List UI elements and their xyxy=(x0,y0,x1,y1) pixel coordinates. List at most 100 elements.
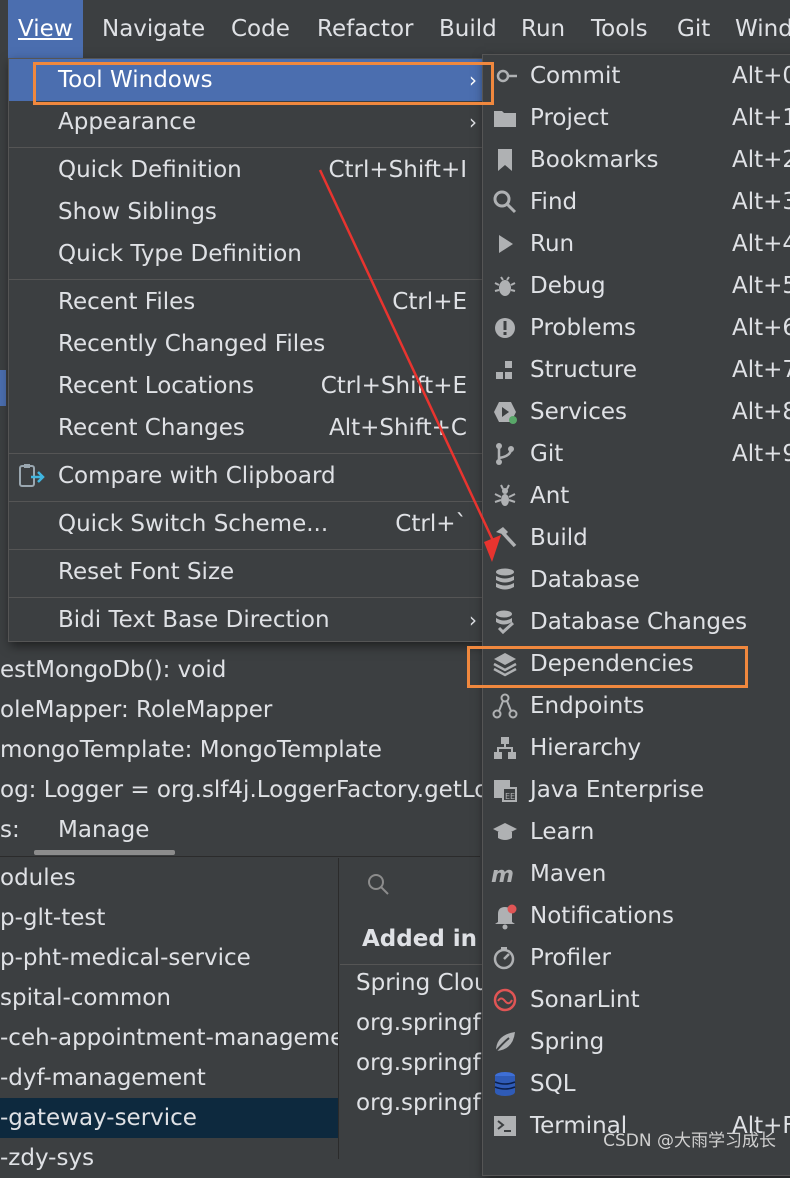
run-icon xyxy=(491,230,519,258)
menu-item-reset-font-size[interactable]: Reset Font Size xyxy=(9,551,483,593)
spring-icon xyxy=(491,1028,519,1056)
services-icon xyxy=(491,398,519,426)
sonarlint-icon xyxy=(491,986,519,1014)
selection-mark xyxy=(0,370,6,406)
menu-window[interactable]: Wind xyxy=(725,0,790,58)
menu-run[interactable]: Run xyxy=(511,0,575,58)
tool-window-commit[interactable]: Commit Alt+0 xyxy=(483,55,790,97)
tool-window-problems[interactable]: Problems Alt+6 xyxy=(483,307,790,349)
ant-icon xyxy=(491,482,519,510)
tab-underline xyxy=(34,850,175,855)
menu-separator xyxy=(9,597,483,598)
structure-line[interactable]: mongoTemplate: MongoTemplate xyxy=(0,730,382,770)
tool-window-database-changes[interactable]: Database Changes xyxy=(483,601,790,643)
problems-icon xyxy=(491,314,519,342)
tool-window-sql[interactable]: SQL xyxy=(483,1063,790,1105)
menu-item-quick-type-definition[interactable]: Quick Type Definition xyxy=(9,233,483,275)
tool-window-bookmarks[interactable]: Bookmarks Alt+2 xyxy=(483,139,790,181)
menu-item-appearance[interactable]: Appearance › xyxy=(9,101,483,143)
tool-window-ant[interactable]: Ant xyxy=(483,475,790,517)
menu-item-shortcut: Ctrl+E xyxy=(392,289,467,315)
tool-window-database[interactable]: Database xyxy=(483,559,790,601)
tool-window-services[interactable]: Services Alt+8 xyxy=(483,391,790,433)
dependency-row[interactable]: org.springf xyxy=(356,1010,481,1036)
menu-item-label: Quick Definition xyxy=(58,157,242,183)
tab-prefix: s: xyxy=(0,817,20,843)
menu-separator xyxy=(9,453,483,454)
menu-item-recent-locations[interactable]: Recent Locations Ctrl+Shift+E xyxy=(9,365,483,407)
menu-item-recently-changed-files[interactable]: Recently Changed Files xyxy=(9,323,483,365)
java-enterprise-icon: EE xyxy=(491,776,519,804)
menu-item-shortcut: Alt+Shift+C xyxy=(328,415,467,441)
tool-window-project[interactable]: Project Alt+1 xyxy=(483,97,790,139)
tool-window-debug[interactable]: Debug Alt+5 xyxy=(483,265,790,307)
dependency-detail-pane: Added in Spring Clou org.springf org.spr… xyxy=(340,858,482,1159)
endpoints-icon xyxy=(491,692,519,720)
tool-window-profiler[interactable]: Profiler xyxy=(483,937,790,979)
menu-item-label: Show Siblings xyxy=(58,199,217,225)
dependency-row[interactable]: org.springf xyxy=(356,1090,481,1116)
menu-separator xyxy=(9,279,483,280)
menu-refactor[interactable]: Refactor xyxy=(307,0,423,58)
view-menu-dropdown: Tool Windows › Appearance › Quick Defini… xyxy=(8,58,484,642)
tool-window-java-enterprise[interactable]: EE Java Enterprise xyxy=(483,769,790,811)
menu-item-bidi-text-base-direction[interactable]: Bidi Text Base Direction › xyxy=(9,599,483,641)
menu-item-label: Quick Type Definition xyxy=(58,241,302,267)
module-item-selected[interactable]: -gateway-service xyxy=(0,1098,338,1138)
menu-item-quick-switch-scheme[interactable]: Quick Switch Scheme... Ctrl+` xyxy=(9,503,483,545)
menu-view[interactable]: View xyxy=(8,0,83,58)
highlight-box-tool-windows xyxy=(33,62,494,105)
chevron-right-icon: › xyxy=(469,110,477,134)
menu-navigate[interactable]: Navigate xyxy=(92,0,215,58)
profiler-icon xyxy=(491,944,519,972)
sql-icon xyxy=(491,1070,519,1098)
structure-line[interactable]: og: Logger = org.slf4j.LoggerFactory.get… xyxy=(0,770,488,810)
module-item[interactable]: p-pht-medical-service xyxy=(0,938,338,978)
module-item[interactable]: -dyf-management xyxy=(0,1058,338,1098)
bookmark-icon xyxy=(491,146,519,174)
module-item[interactable]: odules xyxy=(0,858,338,898)
menu-build[interactable]: Build xyxy=(429,0,507,58)
menu-item-quick-definition[interactable]: Quick Definition Ctrl+Shift+I xyxy=(9,149,483,191)
bug-icon xyxy=(491,272,519,300)
dependency-row[interactable]: org.springf xyxy=(356,1050,481,1076)
module-item[interactable]: -ceh-appointment-manageme xyxy=(0,1018,338,1058)
module-item[interactable]: -zdy-sys xyxy=(0,1138,338,1178)
menu-code[interactable]: Code xyxy=(221,0,300,58)
svg-text:EE: EE xyxy=(505,792,515,801)
tool-windows-submenu: Commit Alt+0 Project Alt+1 Bookmarks Alt… xyxy=(482,54,790,1176)
tool-window-structure[interactable]: Structure Alt+7 xyxy=(483,349,790,391)
search-icon xyxy=(491,188,519,216)
module-item[interactable]: p-glt-test xyxy=(0,898,338,938)
menu-item-compare-with-clipboard[interactable]: Compare with Clipboard xyxy=(9,455,483,497)
menu-tools[interactable]: Tools xyxy=(581,0,658,58)
tool-window-git[interactable]: Git Alt+9 xyxy=(483,433,790,475)
menu-item-recent-changes[interactable]: Recent Changes Alt+Shift+C xyxy=(9,407,483,449)
tool-window-spring[interactable]: Spring xyxy=(483,1021,790,1063)
menu-item-label: Compare with Clipboard xyxy=(58,463,336,489)
tool-window-run[interactable]: Run Alt+4 xyxy=(483,223,790,265)
tool-window-build[interactable]: Build xyxy=(483,517,790,559)
svg-text:m: m xyxy=(491,863,514,888)
structure-line[interactable]: oleMapper: RoleMapper xyxy=(0,690,272,730)
tool-window-find[interactable]: Find Alt+3 xyxy=(483,181,790,223)
menu-item-shortcut: Ctrl+Shift+E xyxy=(320,373,467,399)
tool-window-endpoints[interactable]: Endpoints xyxy=(483,685,790,727)
menu-item-recent-files[interactable]: Recent Files Ctrl+E xyxy=(9,281,483,323)
tool-window-sonarlint[interactable]: SonarLint xyxy=(483,979,790,1021)
column-header-added-in[interactable]: Added in xyxy=(362,926,477,952)
menu-item-show-siblings[interactable]: Show Siblings xyxy=(9,191,483,233)
menu-git[interactable]: Git xyxy=(667,0,720,58)
tool-window-notifications[interactable]: Notifications xyxy=(483,895,790,937)
tab-manage[interactable]: Manage xyxy=(58,808,149,852)
main-menubar: View Navigate Code Refactor Build Run To… xyxy=(0,0,790,58)
dependency-row[interactable]: Spring Clou xyxy=(356,970,482,996)
bell-icon xyxy=(491,902,519,930)
search-icon[interactable] xyxy=(366,872,392,904)
tool-window-hierarchy[interactable]: Hierarchy xyxy=(483,727,790,769)
tool-window-maven[interactable]: m Maven xyxy=(483,853,790,895)
folder-icon xyxy=(491,104,519,132)
structure-line[interactable]: estMongoDb(): void xyxy=(0,650,226,690)
tool-window-learn[interactable]: Learn xyxy=(483,811,790,853)
module-item[interactable]: spital-common xyxy=(0,978,338,1018)
